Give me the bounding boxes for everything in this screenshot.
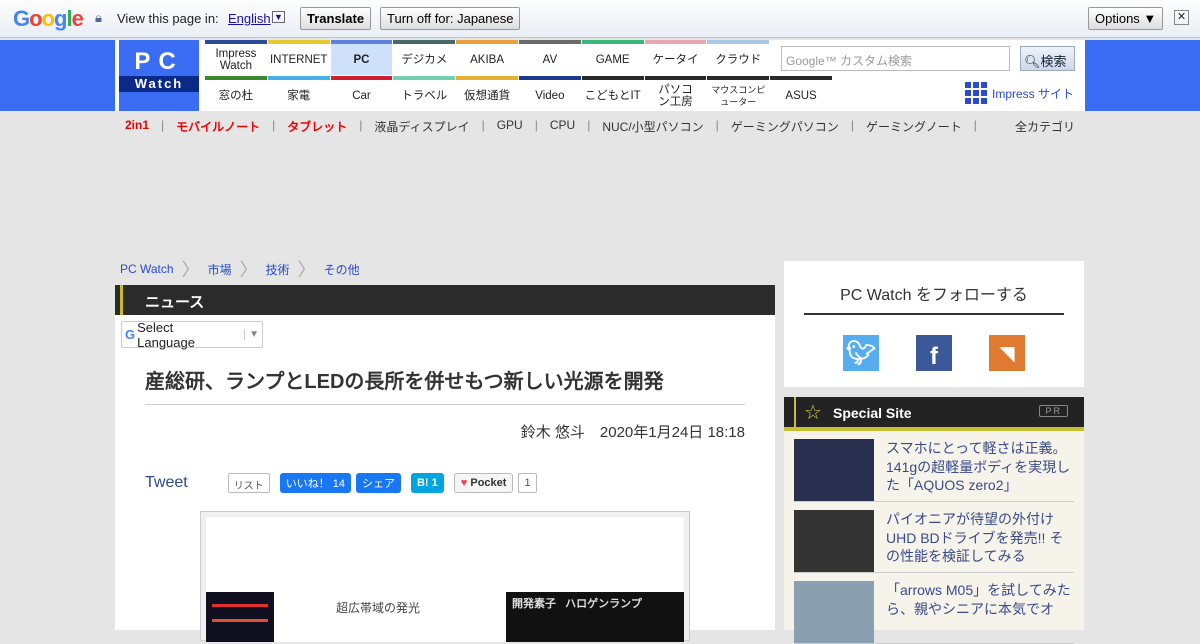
translate-button[interactable]: Translate [300,7,372,30]
nav-item[interactable]: マウスコンピューター [707,76,770,111]
facebook-icon[interactable]: f [916,335,952,371]
pc-watch-logo[interactable]: PC Watch [119,40,199,111]
all-categories-link[interactable]: 全カテゴリ [1015,118,1075,135]
category-link[interactable]: NUC/小型パソコン [602,118,703,135]
article-title: 産総研、ランプとLEDの長所を併せもつ新しい光源を開発 [145,371,664,393]
language-select[interactable]: English [228,11,271,26]
impress-site-link[interactable]: Impress サイト [965,82,1074,104]
nav-item[interactable]: PC [330,40,393,75]
nav-item[interactable]: ASUS [770,76,832,111]
nav-item[interactable]: GAME [581,40,644,75]
star-icon: ☆ [804,402,822,424]
article-image[interactable]: 超広帯域の発光 開発素子 ハロゲンランプ [200,511,690,642]
nav-item[interactable]: Impress Watch [205,40,267,75]
thumbnail [794,510,874,572]
lock-icon: 🔒︎ [95,10,102,25]
site-header: PC Watch Impress Watch INTERNET PC デジカメ AKIB… [0,40,1200,111]
category-link[interactable]: ゲーミングノート [866,118,962,135]
special-site: ☆ Special Site PR スマホにとって軽さは正義。141gの超軽量ボディ… [784,397,1084,644]
breadcrumb: PC Watch 〉市場〉技術〉その他 [120,260,360,280]
follow-box: PC Watch をフォローする 🐦︎ f ◥ [784,261,1084,387]
google-logo: Google [13,6,84,31]
list-button[interactable]: リスト [227,473,270,493]
category-link[interactable]: ゲーミングパソコン [731,118,839,135]
lamp-photo: 開発素子 ハロゲンランプ [506,592,684,642]
nav-item[interactable]: 仮想通貨 [456,76,518,111]
search-button[interactable]: 🔍︎検索 [1020,46,1075,71]
breadcrumb-item[interactable]: PC Watch [120,262,174,276]
nav-item[interactable]: トラベル [393,76,456,111]
category-link[interactable]: 2in1 [125,118,149,135]
rss-icon[interactable]: ◥ [989,335,1025,371]
category-bar: 2in1 | モバイルノート | タブレット | 液晶ディスプレイ | GPU | CPU | NUC/… [125,118,977,135]
spectrum-image [206,592,274,642]
special-item[interactable]: 「arrows M05」を試してみたら、親やシニアに本気でオ [794,573,1074,644]
share-button[interactable]: シェア [355,473,401,493]
pocket-icon: ♥︎ [460,477,468,489]
social-buttons: Tweet リスト いいね！ 14 シェア B! 1 ♥︎ Pocket 1 [145,473,537,493]
tweet-button[interactable]: Tweet [145,474,188,492]
special-item[interactable]: パイオニアが待望の外付けUHD BDドライブを発売!! その性能を検証してみる [794,502,1074,573]
thumbnail [794,439,874,501]
category-link[interactable]: タブレット [287,118,347,135]
nav-item[interactable]: 家電 [267,76,330,111]
search-icon: 🔍︎ [1024,54,1041,69]
like-button[interactable]: いいね！ 14 [279,473,351,493]
nav-item[interactable]: AKIBA [456,40,518,75]
google-g-icon: G [125,327,136,342]
translate-label: View this page in: [117,11,219,26]
thumbnail [794,581,874,643]
breadcrumb-item[interactable]: 技術 [266,261,290,278]
hatena-button[interactable]: B! 1 [410,473,444,493]
nav-item[interactable]: クラウド [707,40,770,75]
section-header: ニュース [115,285,775,315]
special-item[interactable]: スマホにとって軽さは正義。141gの超軽量ボディを実現した「AQUOS zero… [794,431,1074,502]
breadcrumb-item[interactable]: 市場 [208,261,232,278]
select-language-dropdown[interactable]: G Select Language ▼ [121,320,263,350]
date: 2020年1月24日 18:18 [599,424,745,441]
category-link[interactable]: モバイルノート [176,118,260,135]
byline: 鈴木 悠斗 2020年1月24日 18:18 [521,421,745,442]
nav-item[interactable]: こどもとIT [581,76,644,111]
category-link[interactable]: CPU [550,118,575,135]
search-input[interactable]: Google™ カスタム検索 [781,46,1010,71]
pocket-count: 1 [518,473,537,493]
main-nav: Impress Watch INTERNET PC デジカメ AKIBA AV GAME ケー… [205,40,833,111]
author: 鈴木 悠斗 [520,424,585,441]
options-button[interactable]: Options ▼ [1088,7,1164,30]
nav-item[interactable]: デジカメ [393,40,456,75]
breadcrumb-item[interactable]: その他 [324,261,360,278]
turn-off-button[interactable]: Turn off for: Japanese [380,7,521,30]
close-icon[interactable]: ✕ [1174,10,1189,25]
nav-item[interactable]: Car [330,76,393,111]
grid-icon [965,82,987,104]
nav-item[interactable]: パソコン工房 [644,76,707,111]
pocket-button[interactable]: ♥︎ Pocket [453,473,514,493]
nav-item[interactable]: 窓の杜 [205,76,267,111]
translate-bar: Google 🔒︎ View this page in: English ▼ T… [0,0,1200,38]
category-link[interactable]: 液晶ディスプレイ [374,118,469,135]
dropdown-icon[interactable]: ▼ [272,11,285,23]
category-link[interactable]: GPU [497,118,523,135]
nav-item[interactable]: ケータイ [644,40,707,75]
article-area: ニュース G Select Language ▼ 産総研、ランプとLEDの長所を併せ… [115,285,775,642]
nav-item[interactable]: Video [518,76,581,111]
nav-item[interactable]: INTERNET [267,40,330,75]
nav-item[interactable]: AV [518,40,581,75]
twitter-icon[interactable]: 🐦︎ [843,335,879,371]
